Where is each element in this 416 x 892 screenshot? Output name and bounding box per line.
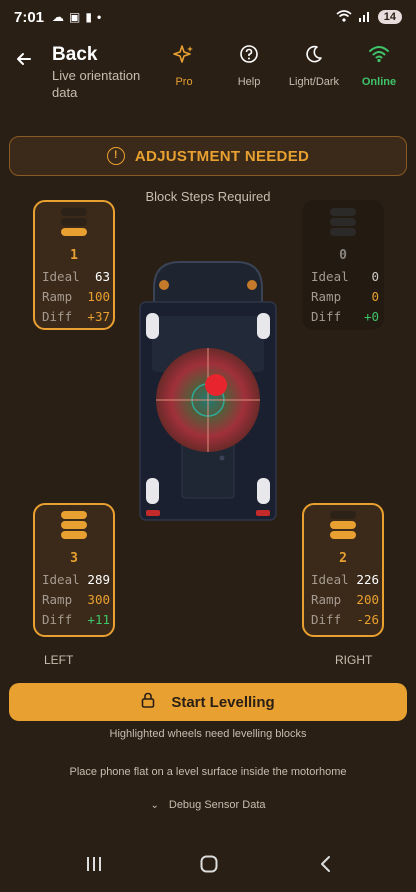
block-slot-active xyxy=(330,521,356,529)
wheel-front-left xyxy=(146,313,159,339)
block-slot xyxy=(330,208,356,216)
right-label: RIGHT xyxy=(335,653,373,667)
block-slot-active xyxy=(330,531,356,539)
block-slot-active xyxy=(61,228,87,236)
block-stack xyxy=(35,511,113,539)
ramp-row: Ramp 300 xyxy=(42,592,110,607)
battery-indicator: 14 xyxy=(377,10,402,24)
recent-apps-icon[interactable] xyxy=(84,854,104,880)
block-slot xyxy=(61,218,87,226)
header-subtitle: Live orientation data xyxy=(52,68,141,100)
ideal-row: Ideal 226 xyxy=(311,572,379,587)
lock-icon xyxy=(141,692,155,712)
app-header: Back Live orientation data Pro Help Ligh… xyxy=(0,40,416,102)
ramp-row: Ramp 100 xyxy=(42,289,110,304)
diff-row: Diff +0 xyxy=(311,309,379,324)
diff-row: Diff +37 xyxy=(42,309,110,324)
status-right: 14 xyxy=(336,9,402,25)
back-arrow-icon[interactable] xyxy=(16,50,32,73)
block-stack xyxy=(304,208,382,236)
start-label: Start Levelling xyxy=(171,693,275,711)
notification-icons: ☁ ▣ ▮ • xyxy=(52,10,101,24)
theme-label: Light/Dark xyxy=(288,76,340,88)
help-button[interactable]: Help xyxy=(214,44,284,88)
wifi-icon xyxy=(344,44,414,68)
system-nav-bar xyxy=(0,848,416,888)
wheel-rear-left xyxy=(146,478,159,504)
ideal-row: Ideal 63 xyxy=(42,269,110,284)
help-label: Help xyxy=(237,76,261,88)
status-time: 7:01 xyxy=(14,8,45,26)
pro-label: Pro xyxy=(175,76,193,88)
placement-note: Place phone flat on a level surface insi… xyxy=(69,766,347,778)
banner-text: ADJUSTMENT NEEDED xyxy=(134,147,310,165)
status-bar: 7:01 ☁ ▣ ▮ • 14 xyxy=(0,0,416,34)
diff-row: Diff -26 xyxy=(311,612,379,627)
block-slot xyxy=(61,208,87,216)
theme-toggle-button[interactable]: Light/Dark xyxy=(279,44,349,88)
chevron-down-icon: ⌄ xyxy=(150,800,159,811)
home-icon[interactable] xyxy=(199,854,219,880)
back-button[interactable]: Back xyxy=(52,44,97,66)
start-levelling-button[interactable]: Start Levelling xyxy=(9,683,407,721)
block-slot-active xyxy=(61,521,87,529)
cab-shape xyxy=(153,261,263,307)
debug-label: Debug Sensor Data xyxy=(168,799,266,811)
highlight-note: Highlighted wheels need levelling blocks xyxy=(109,728,307,740)
back-nav-icon[interactable] xyxy=(316,854,336,880)
block-slot-active xyxy=(61,531,87,539)
ramp-row: Ramp 200 xyxy=(311,592,379,607)
wifi-status-icon xyxy=(336,9,352,25)
block-slot xyxy=(330,511,356,519)
moon-icon xyxy=(279,44,349,68)
pro-button[interactable]: Pro xyxy=(149,44,219,88)
motorhome-top-view xyxy=(139,261,277,521)
ideal-row: Ideal 0 xyxy=(311,269,379,284)
online-status-button[interactable]: Online xyxy=(344,44,414,88)
wheel-card-front-right: 0 Ideal 0 Ramp 0 Diff +0 xyxy=(302,200,384,330)
wheel-card-rear-left: 3 Ideal 289 Ramp 300 Diff +11 xyxy=(33,503,115,637)
block-slot-active xyxy=(61,511,87,519)
wheel-card-front-left: 1 Ideal 63 Ramp 100 Diff +37 xyxy=(33,200,115,330)
wheel-card-rear-right: 2 Ideal 226 Ramp 200 Diff -26 xyxy=(302,503,384,637)
motorhome-diagram xyxy=(138,258,278,530)
dot-icon: • xyxy=(96,10,102,24)
screenshot-icon: ▣ xyxy=(69,10,81,24)
block-slot xyxy=(330,218,356,226)
block-stack xyxy=(35,208,113,236)
diff-row: Diff +11 xyxy=(42,612,110,627)
left-label: LEFT xyxy=(44,653,74,667)
signal-icon xyxy=(358,10,372,25)
sparkle-icon xyxy=(149,44,219,68)
cloud-icon: ☁ xyxy=(52,10,65,24)
mirror-left xyxy=(159,280,169,290)
adjustment-banner: ! ADJUSTMENT NEEDED xyxy=(9,136,407,176)
wheel-rear-right xyxy=(257,478,270,504)
block-count: 1 xyxy=(70,248,78,263)
block-stack xyxy=(304,511,382,539)
block-count: 2 xyxy=(339,551,347,566)
help-icon xyxy=(214,44,284,68)
online-label: Online xyxy=(361,76,397,88)
block-count: 0 xyxy=(339,248,347,263)
level-bubble xyxy=(205,374,227,396)
ramp-row: Ramp 0 xyxy=(311,289,379,304)
block-count: 3 xyxy=(70,551,78,566)
alert-icon: ▮ xyxy=(85,10,92,24)
warning-icon: ! xyxy=(106,147,125,165)
ideal-row: Ideal 289 xyxy=(42,572,110,587)
debug-toggle[interactable]: ⌄ Debug Sensor Data xyxy=(0,799,416,811)
wheel-front-right xyxy=(257,313,270,339)
mirror-right xyxy=(247,280,257,290)
block-slot xyxy=(330,228,356,236)
